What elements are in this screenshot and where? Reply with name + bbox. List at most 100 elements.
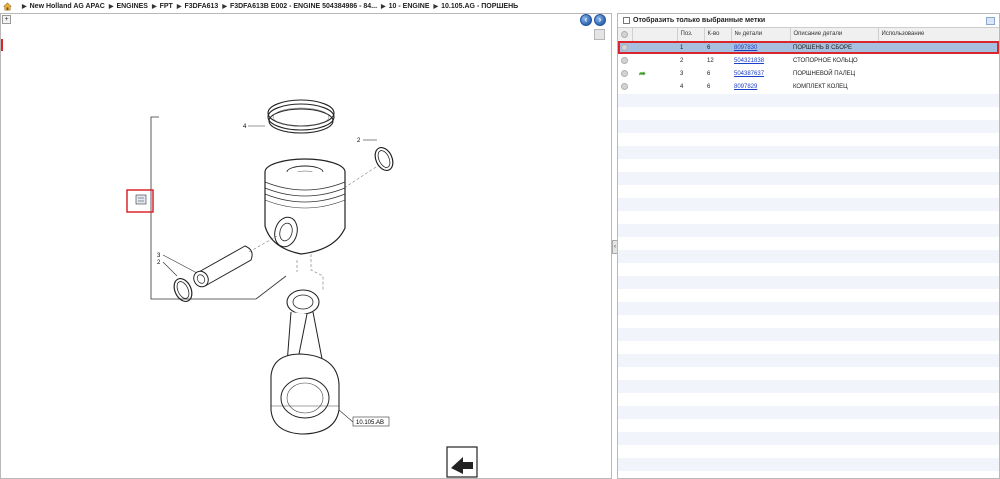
ring-set-drawing[interactable] <box>267 99 335 134</box>
circlip-lower-drawing[interactable] <box>171 276 196 305</box>
row-select-icon[interactable] <box>621 44 628 52</box>
empty-row <box>618 367 999 380</box>
empty-row <box>618 94 999 107</box>
empty-row <box>618 133 999 146</box>
show-selected-checkbox[interactable] <box>623 17 630 24</box>
empty-row <box>618 276 999 289</box>
header-select-all[interactable] <box>618 28 633 42</box>
empty-row <box>618 302 999 315</box>
home-icon[interactable] <box>3 2 12 11</box>
callout-3[interactable]: 3 <box>157 253 161 259</box>
empty-row <box>618 341 999 354</box>
row-position: 4 <box>677 80 704 93</box>
empty-row <box>618 289 999 302</box>
row-description: СТОПОРНОЕ КОЛЬЦО <box>790 54 878 67</box>
row-usage <box>878 80 999 93</box>
row-description: ПОРШЕНЬ В СБОРЕ <box>790 41 878 54</box>
row-select-icon[interactable] <box>621 56 628 64</box>
breadcrumb-item-6: ▶ 10.105.AG - ПОРШЕНЬ <box>433 2 519 10</box>
breadcrumb-item-0[interactable]: ▶ New Holland AG APAC <box>18 3 105 10</box>
empty-row <box>618 432 999 445</box>
header-icon-col <box>632 28 678 42</box>
table-row[interactable]: ➦ 3 6 504387637 ПОРШНЕВОЙ ПАЛЕЦ <box>618 67 999 80</box>
piston-drawing[interactable] <box>264 158 346 255</box>
empty-row <box>618 146 999 159</box>
callout-4[interactable]: 4 <box>243 124 247 130</box>
row-description: ПОРШНЕВОЙ ПАЛЕЦ <box>790 67 878 80</box>
navigation-buttons: ‹ › <box>580 14 606 26</box>
table-row[interactable]: 1 6 8097830 ПОРШЕНЬ В СБОРЕ <box>618 41 999 54</box>
parts-table: Поз. К-во № детали Описание детали Испол… <box>618 28 999 93</box>
empty-row <box>618 120 999 133</box>
header-usage[interactable]: Использование <box>878 28 999 42</box>
empty-row <box>618 315 999 328</box>
empty-row <box>618 250 999 263</box>
breadcrumb-item-1[interactable]: ▶ ENGINES <box>105 3 148 10</box>
parts-list-pane: Отобразить только выбранные метки Поз. К… <box>617 13 1000 479</box>
row-select-icon[interactable] <box>621 82 628 90</box>
empty-row <box>618 224 999 237</box>
part-number-link[interactable]: 8097829 <box>734 84 757 90</box>
table-row[interactable]: 4 6 8097829 КОМПЛЕКТ КОЛЕЦ <box>618 80 999 93</box>
row-quantity: 6 <box>704 67 731 80</box>
empty-row <box>618 393 999 406</box>
empty-row <box>618 237 999 250</box>
row-usage <box>878 41 999 54</box>
empty-row <box>618 354 999 367</box>
diagram-pane: + 4 2 3 2 10.105.AB <box>0 13 612 479</box>
row-description: КОМПЛЕКТ КОЛЕЦ <box>790 80 878 93</box>
row-quantity: 12 <box>704 54 731 67</box>
connecting-rod-drawing[interactable] <box>270 289 340 435</box>
empty-row <box>618 211 999 224</box>
row-select-icon[interactable] <box>621 69 628 77</box>
breadcrumb-item-5[interactable]: ▶ 10 - ENGINE <box>377 3 429 10</box>
row-usage <box>878 54 999 67</box>
part-number-link[interactable]: 8097830 <box>734 45 757 51</box>
empty-row <box>618 328 999 341</box>
empty-row <box>618 185 999 198</box>
show-selected-label: Отобразить только выбранные метки <box>633 17 766 24</box>
empty-row <box>618 406 999 419</box>
replacement-arrow-icon[interactable]: ➦ <box>639 69 646 78</box>
breadcrumb-item-2[interactable]: ▶ FPT <box>148 3 173 10</box>
part-number-link[interactable]: 504321838 <box>734 58 764 64</box>
row-usage <box>878 67 999 80</box>
empty-row <box>618 159 999 172</box>
part-number-link[interactable]: 504387637 <box>734 71 764 77</box>
empty-row <box>618 263 999 276</box>
header-position[interactable]: Поз. <box>677 28 705 42</box>
empty-rows-area <box>618 94 999 478</box>
empty-row <box>618 471 999 478</box>
back-icon[interactable]: ‹ <box>580 14 592 26</box>
piston-pin-drawing[interactable] <box>191 245 253 289</box>
empty-row <box>618 419 999 432</box>
callout-2-upper[interactable]: 2 <box>357 138 361 144</box>
empty-row <box>618 380 999 393</box>
breadcrumb-item-4[interactable]: ▶ F3DFA613B E002 - ENGINE 504384986 - 84.… <box>218 3 377 10</box>
table-row[interactable]: 2 12 504321838 СТОПОРНОЕ КОЛЬЦО <box>618 54 999 67</box>
circlip-upper-drawing[interactable] <box>372 145 397 174</box>
empty-row <box>618 172 999 185</box>
breadcrumb-item-3[interactable]: ▶ F3DFA613 <box>173 3 218 10</box>
header-part-number[interactable]: № детали <box>731 28 791 42</box>
empty-row <box>618 107 999 120</box>
exploded-parts-diagram: 4 2 3 2 10.105.AB <box>126 99 478 478</box>
header-description[interactable]: Описание детали <box>790 28 879 42</box>
export-icon[interactable] <box>986 17 995 25</box>
breadcrumb-bar: ▶ New Holland AG APAC ▶ ENGINES ▶ FPT ▶ F3DF… <box>0 0 1000 12</box>
row-position: 2 <box>677 54 704 67</box>
reference-label[interactable]: 10.105.AB <box>356 420 384 426</box>
callout-2-lower[interactable]: 2 <box>157 260 161 266</box>
next-view-icon[interactable] <box>446 446 478 478</box>
empty-row <box>618 458 999 471</box>
row-quantity: 6 <box>704 41 731 54</box>
forward-icon[interactable]: › <box>594 14 606 26</box>
row-position: 3 <box>677 67 704 80</box>
empty-row <box>618 445 999 458</box>
empty-row <box>618 198 999 211</box>
row-quantity: 6 <box>704 80 731 93</box>
filter-bar: Отобразить только выбранные метки <box>618 14 999 28</box>
header-quantity[interactable]: К-во <box>704 28 732 42</box>
hotspot-icon[interactable] <box>135 194 147 205</box>
row-position: 1 <box>677 41 704 54</box>
